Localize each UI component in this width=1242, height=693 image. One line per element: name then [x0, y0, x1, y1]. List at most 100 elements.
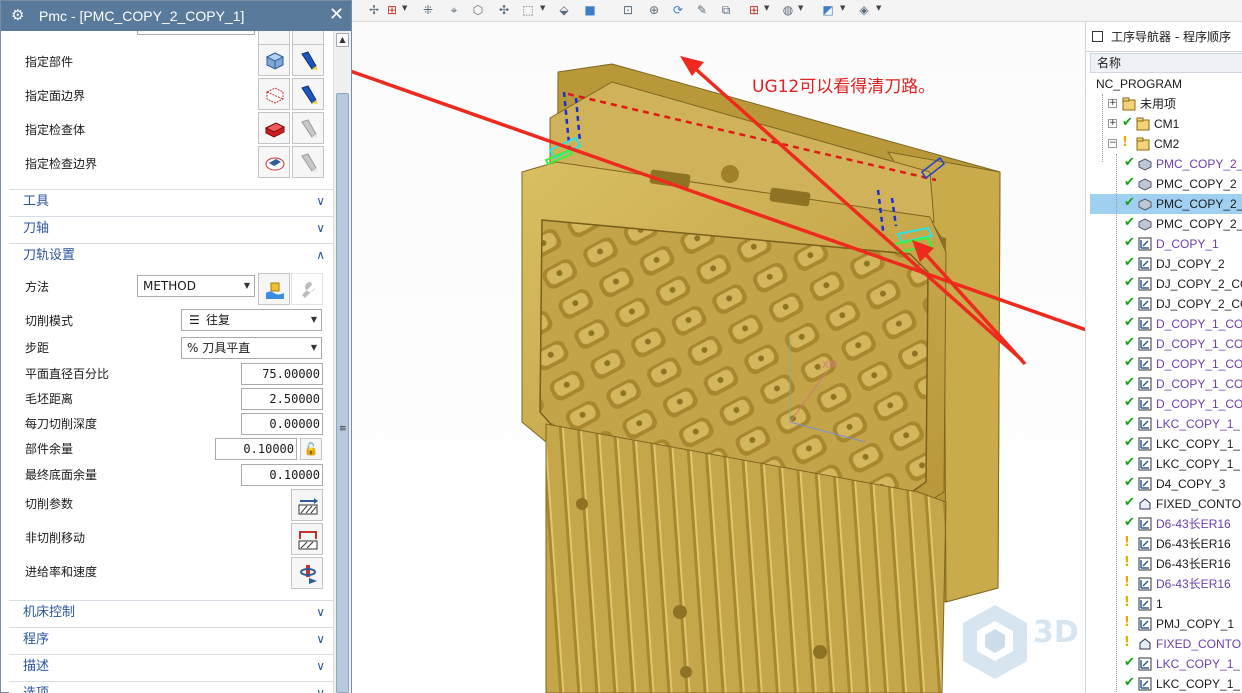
- dropdown-arrow-icon[interactable]: ▼: [764, 5, 771, 12]
- section-program[interactable]: 程序 ∨: [9, 627, 333, 651]
- dialog-titlebar[interactable]: ⚙ Pmc - [PMC_COPY_2_COPY_1] ✕: [1, 1, 351, 31]
- select-part-button[interactable]: [258, 44, 290, 76]
- depth-per-cut-input[interactable]: 0.00000: [241, 413, 323, 435]
- tree-item[interactable]: ✔ D_COPY_1_CO: [1090, 334, 1242, 354]
- layer-icon[interactable]: ⧉: [718, 2, 734, 18]
- tree-item[interactable]: ✔ PMC_COPY_2_: [1090, 214, 1242, 234]
- dialog-scrollbar[interactable]: ▲ ≡: [333, 31, 351, 693]
- dropdown-arrow-icon[interactable]: ▼: [840, 5, 847, 12]
- tree-item[interactable]: ✔ LKC_COPY_1_: [1090, 454, 1242, 474]
- lock-icon[interactable]: 🔓: [300, 438, 322, 460]
- expand-icon[interactable]: +: [1108, 99, 1117, 108]
- floor-stock-input[interactable]: 0.10000: [241, 464, 323, 486]
- hidden-button[interactable]: [292, 31, 324, 45]
- tree-item[interactable]: ! D6-43长ER16: [1090, 554, 1242, 574]
- section-path-settings[interactable]: 刀轨设置 ∧: [9, 243, 333, 267]
- display-face-boundary-button[interactable]: [292, 78, 324, 110]
- scroll-thumb[interactable]: ≡: [336, 93, 349, 693]
- section-tool[interactable]: 工具 ∨: [9, 189, 333, 213]
- expand-icon[interactable]: +: [1108, 119, 1117, 128]
- collapse-icon[interactable]: −: [1108, 139, 1117, 148]
- section-options[interactable]: 选项 ∨: [9, 681, 333, 693]
- tree-item[interactable]: ✔ PMC_COPY_2_: [1090, 154, 1242, 174]
- blank-distance-input[interactable]: 2.50000: [241, 388, 323, 410]
- section-machine-control[interactable]: 机床控制 ∨: [9, 600, 333, 624]
- method-select[interactable]: METHOD ▼: [137, 275, 255, 297]
- select-face-boundary-button[interactable]: [258, 78, 290, 110]
- vertex-icon[interactable]: ⌖: [446, 2, 462, 18]
- operation-icon: [1138, 277, 1152, 291]
- select-check-boundary-button[interactable]: [258, 146, 290, 178]
- cut-mode-select[interactable]: ☰ 往复 ▼: [181, 309, 322, 331]
- grid-icon[interactable]: ⊞: [746, 2, 762, 18]
- node-icon[interactable]: ✣: [496, 2, 512, 18]
- hidden-button[interactable]: [258, 31, 290, 45]
- tree-item[interactable]: −! CM2: [1090, 134, 1242, 154]
- fit-view-icon[interactable]: ⊡: [620, 2, 636, 18]
- dropdown-arrow-icon[interactable]: ▼: [540, 5, 547, 12]
- shade-icon[interactable]: ◍: [780, 2, 796, 18]
- operation-icon: [1138, 677, 1152, 691]
- tree-item-label: PMC_COPY_2_: [1156, 197, 1242, 211]
- zoom-icon[interactable]: ⊕: [646, 2, 662, 18]
- tree-item[interactable]: ✔ PMC_COPY_2: [1090, 174, 1242, 194]
- pan-icon[interactable]: ✎: [694, 2, 710, 18]
- wrench-button[interactable]: [291, 273, 323, 305]
- hexagon-icon[interactable]: ⬡: [470, 2, 486, 18]
- display-part-button[interactable]: [292, 44, 324, 76]
- display-check-boundary-button[interactable]: [292, 146, 324, 178]
- tree-item[interactable]: ✔ D_COPY_1_CO: [1090, 354, 1242, 374]
- tree-item[interactable]: ✔ D_COPY_1: [1090, 234, 1242, 254]
- section-axis[interactable]: 刀轴 ∨: [9, 216, 333, 240]
- tree-item[interactable]: ✔ D_COPY_1_CO: [1090, 374, 1242, 394]
- display-check-body-button[interactable]: [292, 112, 324, 144]
- snap-icon[interactable]: ⊞: [384, 2, 400, 18]
- tree-item[interactable]: ✔ D6-43长ER16: [1090, 514, 1242, 534]
- render-icon[interactable]: ◈: [856, 2, 872, 18]
- dropdown-arrow-icon[interactable]: ▼: [798, 5, 805, 12]
- tree-item[interactable]: ! PMJ_COPY_1: [1090, 614, 1242, 634]
- dropdown-arrow-icon[interactable]: ▼: [876, 5, 883, 12]
- feeds-speeds-button[interactable]: [291, 557, 323, 589]
- tree-item[interactable]: NC_PROGRAM: [1090, 74, 1242, 94]
- tree-item[interactable]: ✔ LKC_COPY_1_: [1090, 674, 1242, 693]
- scroll-up-button[interactable]: ▲: [336, 33, 349, 47]
- tree-item[interactable]: ✔ D_COPY_1_CO: [1090, 314, 1242, 334]
- box-select-icon[interactable]: ⬚: [520, 2, 536, 18]
- tree-item[interactable]: ✔ FIXED_CONTO: [1090, 494, 1242, 514]
- tree-item-label: LKC_COPY_1_: [1156, 677, 1241, 691]
- select-check-body-button[interactable]: [258, 112, 290, 144]
- tree-item[interactable]: ✔ D4_COPY_3: [1090, 474, 1242, 494]
- tree-item[interactable]: ✔ PMC_COPY_2_: [1090, 194, 1242, 214]
- tree-item[interactable]: ✔ D_COPY_1_CO: [1090, 394, 1242, 414]
- tree-item[interactable]: ✔ LKC_COPY_1_: [1090, 654, 1242, 674]
- tree-item[interactable]: ! FIXED_CONTO: [1090, 634, 1242, 654]
- tree-item[interactable]: ✔ LKC_COPY_1_: [1090, 434, 1242, 454]
- tree-item[interactable]: ✔ DJ_COPY_2: [1090, 254, 1242, 274]
- rotate-icon[interactable]: ⟳: [670, 2, 686, 18]
- move-icon[interactable]: ✢: [366, 2, 382, 18]
- tree-item[interactable]: + 未用项: [1090, 94, 1242, 114]
- part-stock-input[interactable]: 0.10000: [215, 438, 297, 460]
- tree-item[interactable]: ✔ DJ_COPY_2_CO: [1090, 294, 1242, 314]
- tree-item[interactable]: ✔ DJ_COPY_2_CO: [1090, 274, 1242, 294]
- tree-item[interactable]: + ✔ CM1: [1090, 114, 1242, 134]
- graphics-viewport[interactable]: XM UG12可以看得清刀路。: [350, 22, 1085, 693]
- navigator-column-header[interactable]: 名称: [1090, 53, 1242, 73]
- tree-item[interactable]: ! D6-43长ER16: [1090, 534, 1242, 554]
- dropdown-arrow-icon[interactable]: ▼: [402, 5, 409, 12]
- close-button[interactable]: ✕: [329, 5, 344, 25]
- tree-item[interactable]: ! D6-43长ER16: [1090, 574, 1242, 594]
- point-icon[interactable]: ⁜: [420, 2, 436, 18]
- tree-item[interactable]: ! 1: [1090, 594, 1242, 614]
- cube-wire-icon[interactable]: ⬙: [556, 2, 572, 18]
- tree-item[interactable]: ✔ LKC_COPY_1_: [1090, 414, 1242, 434]
- non-cut-moves-button[interactable]: [291, 523, 323, 555]
- cube-solid-icon[interactable]: ■: [582, 2, 598, 18]
- section-description[interactable]: 描述 ∨: [9, 654, 333, 678]
- stepover-select[interactable]: % 刀具平直 ▼: [181, 337, 322, 359]
- diameter-percent-input[interactable]: 75.00000: [241, 363, 323, 385]
- view-cube-icon[interactable]: ◩: [820, 2, 836, 18]
- edit-method-button[interactable]: [258, 273, 290, 305]
- cut-params-button[interactable]: [291, 489, 323, 521]
